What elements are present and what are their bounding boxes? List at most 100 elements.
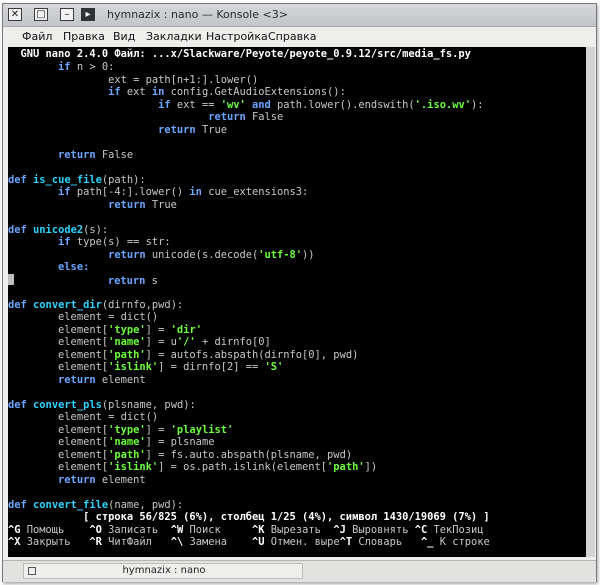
code-line: def convert_dir(dirnfo,pwd):: [8, 299, 586, 312]
code-token: (plsname, pwd):: [101, 398, 196, 411]
shortcut-key[interactable]: ^\: [171, 536, 184, 548]
menu-bookmarks[interactable]: Закладки: [146, 30, 202, 43]
code-token: convert_pls: [33, 398, 102, 411]
shortcut-key[interactable]: ^X: [8, 536, 21, 548]
menu-view[interactable]: Вид: [113, 30, 135, 43]
shortcut-label: Словарь: [352, 536, 421, 548]
code-token: def: [8, 223, 27, 236]
minimize-icon[interactable]: –: [60, 8, 74, 21]
code-token: def: [8, 298, 27, 311]
code-token: if: [58, 61, 71, 73]
code-token: return: [58, 373, 96, 386]
code-token: if: [108, 86, 121, 98]
scrollbar[interactable]: [586, 47, 595, 557]
shortcut-label: ТекПозиц: [427, 523, 484, 536]
shortcut-key[interactable]: ^O: [89, 524, 102, 536]
code-token: 'path': [108, 448, 146, 461]
code-token: return: [108, 248, 146, 261]
code-token: path[-4:].lower(): [70, 186, 190, 198]
terminal-area[interactable]: GNU nano 2.4.0 Файл: ...x/Slackware/Peyo…: [8, 47, 586, 557]
shortcut-key[interactable]: ^R: [89, 536, 102, 548]
menu-edit[interactable]: Правка: [63, 30, 105, 43]
code-token: element = dict(): [8, 411, 159, 423]
shortcut-key[interactable]: ^U: [252, 536, 265, 548]
shortcut-label: Помощь: [20, 523, 90, 536]
code-token: 'name': [108, 336, 146, 348]
code-line: def convert_file(name, pwd):: [8, 499, 586, 512]
session-tab[interactable]: hymnazix : nano: [23, 563, 303, 579]
code-token: unicode2: [33, 223, 84, 236]
code-token: path.lower().endswith(: [270, 98, 415, 111]
code-token: convert_file: [33, 498, 109, 511]
menu-settings[interactable]: Настройка: [206, 30, 268, 43]
code-token: cue_extensions3:: [201, 186, 309, 198]
code-token: return: [58, 473, 96, 486]
konsole-window: ✕ □ – ▸ hymnazix : nano — Konsole <3> Фа…: [2, 3, 597, 582]
code-token: ] = dirnfo[2] ==: [158, 361, 265, 373]
shortcut-key[interactable]: ^T: [340, 536, 353, 548]
close-icon[interactable]: ✕: [8, 8, 22, 21]
title-bar[interactable]: ✕ □ – ▸ hymnazix : nano — Konsole <3>: [3, 4, 596, 27]
code-line: def convert_pls(plsname, pwd):: [8, 399, 586, 412]
code-token: def: [8, 173, 27, 186]
code-line: if ext == 'wv' and path.lower().endswith…: [8, 99, 586, 112]
code-line: else:: [8, 261, 586, 274]
window-title: hymnazix : nano — Konsole <3>: [107, 8, 288, 21]
code-token: ] = autofs.abspath(dirnfo[0], pwd): [145, 348, 359, 361]
shortcut-key[interactable]: ^_: [421, 536, 434, 548]
menu-help[interactable]: Справка: [268, 30, 316, 43]
code-line: element['islink'] = dirnfo[2] == 'S': [8, 361, 586, 374]
shortcut-row: ^X Закрыть ^R ЧитФайл ^\ Замена ^U Отмен…: [8, 536, 586, 549]
code-token: 'type': [108, 423, 146, 436]
code-token: element[: [8, 423, 109, 436]
code-line: return element: [8, 374, 586, 387]
code-line: element['path'] = fs.auto.abspath(plsnam…: [8, 449, 586, 462]
shortcut-key[interactable]: ^J: [333, 524, 346, 536]
code-token: return: [58, 148, 96, 161]
code-line: if type(s) == str:: [8, 236, 586, 249]
code-line: return unicode(s.decode('utf-8')): [8, 249, 586, 262]
code-line: return s: [8, 273, 586, 287]
shortcut-label: Замена: [183, 536, 253, 548]
shortcut-key[interactable]: ^G: [8, 524, 21, 536]
code-token: 'islink': [108, 461, 159, 473]
code-token: in: [189, 186, 202, 198]
code-token: ):: [470, 98, 484, 111]
code-line: return element: [8, 474, 586, 487]
code-token: ]): [364, 461, 378, 473]
shortcut-key[interactable]: ^W: [171, 524, 184, 536]
code-line: element['name'] = u'/' + dirnfo[0]: [8, 336, 586, 349]
window-menu-icon[interactable]: ▸: [81, 8, 95, 21]
code-token: if: [58, 236, 71, 248]
code-token: return: [107, 274, 146, 287]
code-token: 'S': [264, 361, 284, 373]
code-line: if ext in config.GetAudioExtensions():: [8, 86, 586, 99]
code-token: False: [245, 111, 284, 123]
code-line: element['type'] = 'dir': [8, 324, 586, 337]
code-token: in: [151, 86, 165, 98]
code-line: element['islink'] = os.path.islink(eleme…: [8, 461, 586, 474]
shortcut-label: Отмен. выре: [264, 536, 340, 548]
code-token: )): [302, 248, 315, 261]
code-line: element = dict(): [8, 311, 586, 324]
shortcut-key[interactable]: ^C: [415, 524, 428, 536]
menu-file[interactable]: Файл: [22, 30, 52, 43]
code-token: ] = u: [145, 336, 177, 348]
code-token: ] = os.path.islink(element[: [158, 461, 328, 473]
shortcut-label: ЧитФайл: [101, 536, 171, 548]
maximize-icon[interactable]: □: [34, 8, 48, 21]
code-token: s: [145, 274, 158, 287]
code-token: (name, pwd):: [108, 498, 184, 511]
shortcut-label: Выровнять: [345, 523, 415, 536]
shortcut-label: К строке: [433, 536, 490, 548]
code-token: def: [8, 498, 27, 511]
shortcut-key[interactable]: ^K: [252, 524, 265, 536]
code-token: element[: [8, 361, 109, 373]
